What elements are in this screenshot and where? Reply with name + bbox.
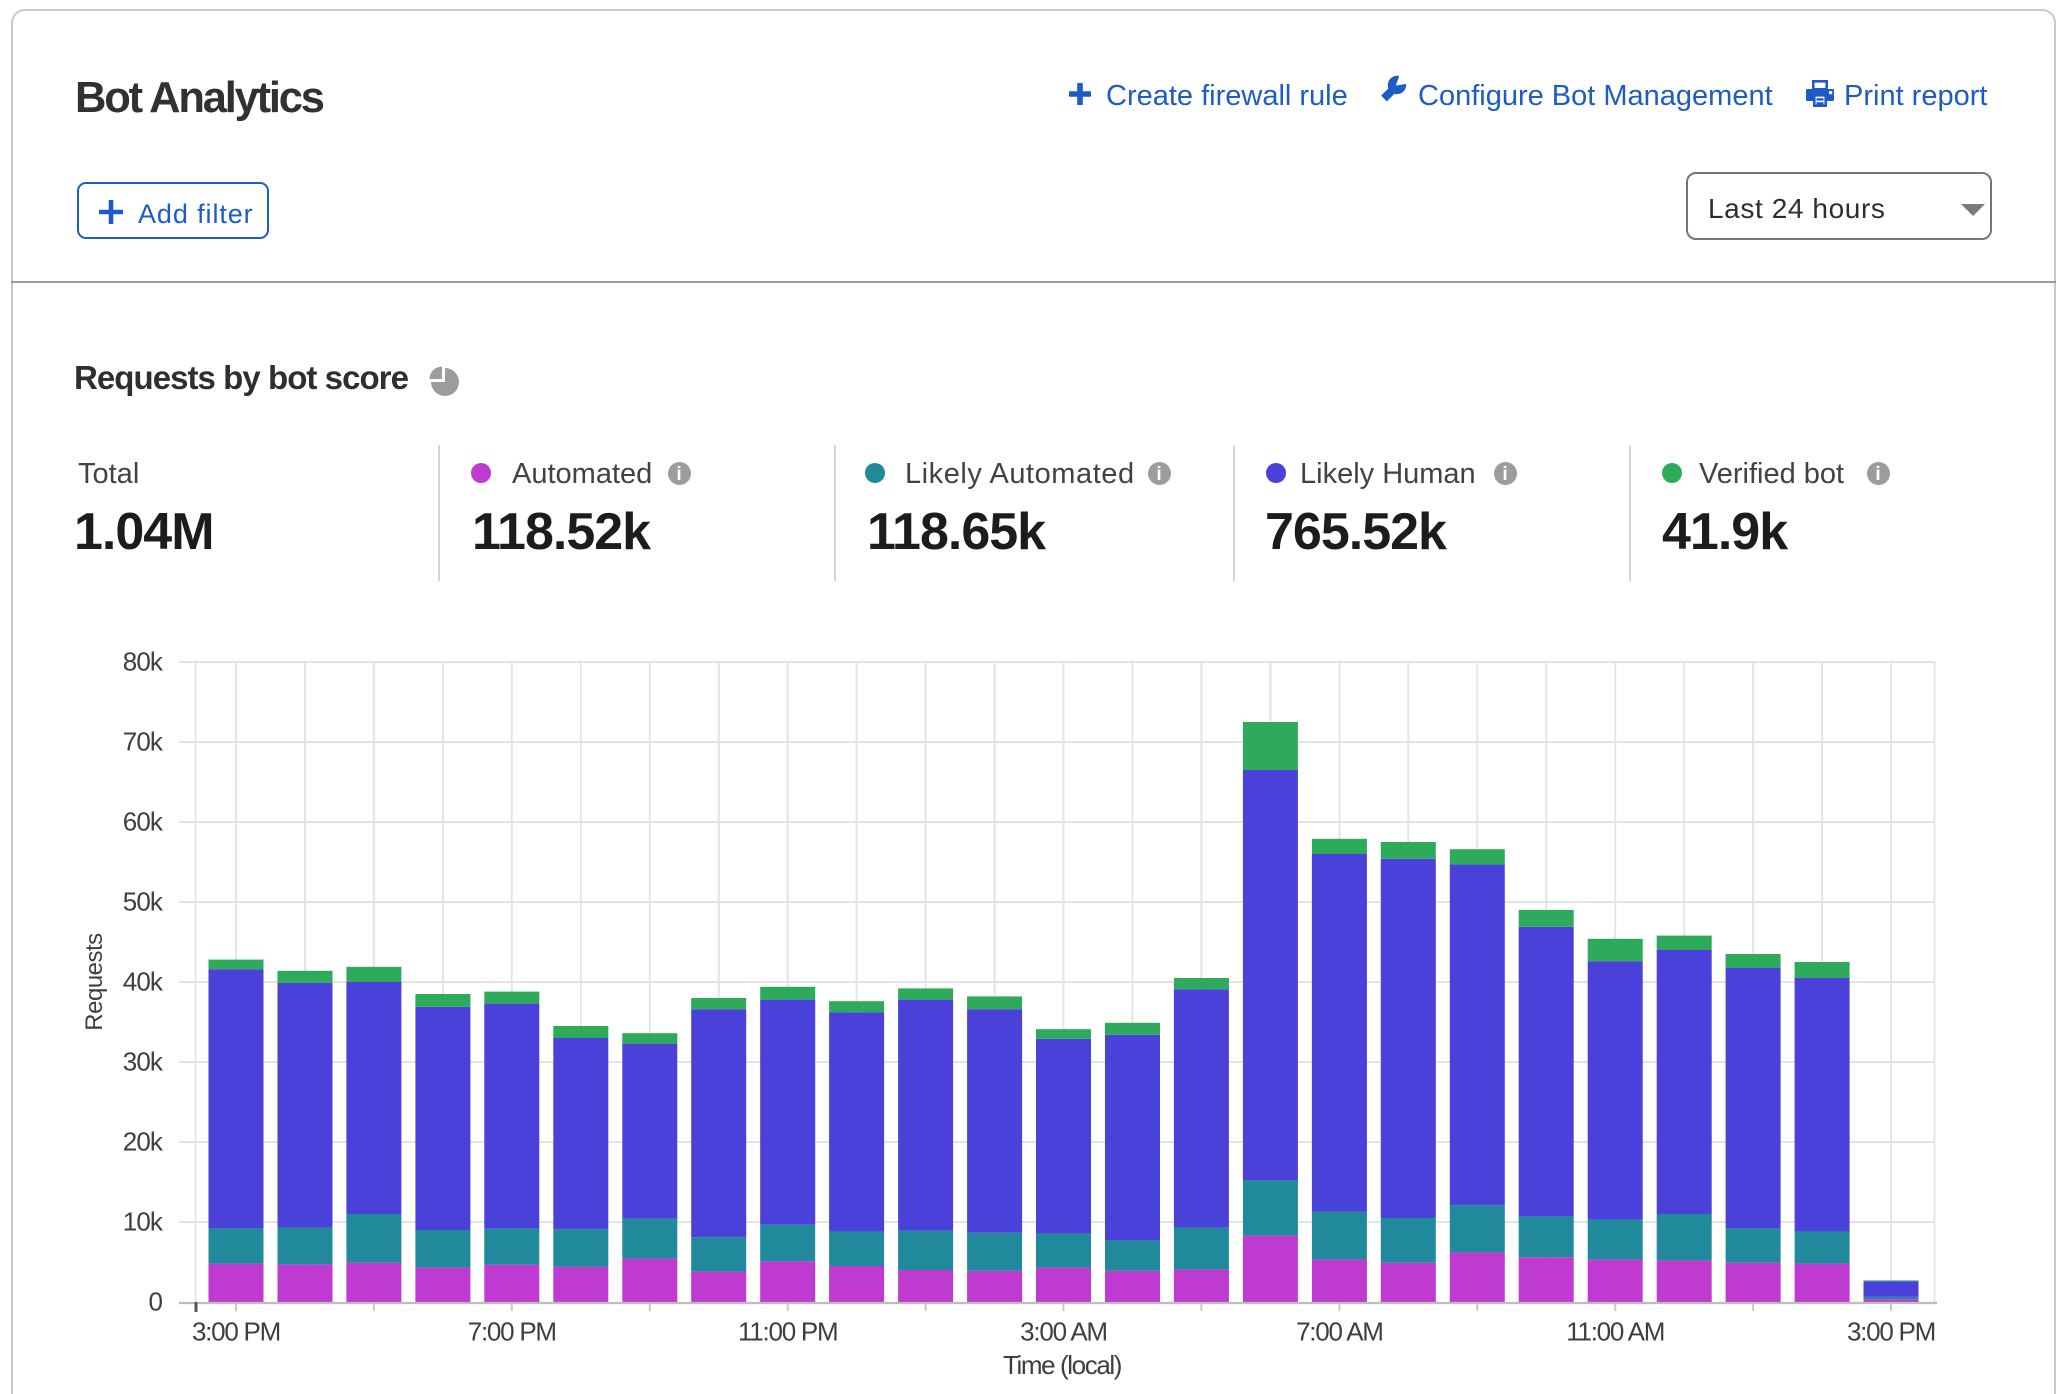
svg-text:Time (local): Time (local)	[1003, 1350, 1122, 1380]
svg-text:60k: 60k	[123, 807, 164, 837]
svg-text:3:00 PM: 3:00 PM	[1847, 1317, 1935, 1347]
svg-text:7:00 AM: 7:00 AM	[1296, 1317, 1383, 1347]
svg-text:3:00 PM: 3:00 PM	[192, 1317, 280, 1347]
svg-text:11:00 AM: 11:00 AM	[1566, 1317, 1664, 1347]
svg-text:20k: 20k	[123, 1127, 164, 1157]
svg-text:30k: 30k	[123, 1047, 164, 1077]
svg-text:0: 0	[148, 1287, 162, 1317]
svg-text:80k: 80k	[123, 647, 164, 677]
svg-text:11:00 PM: 11:00 PM	[738, 1317, 837, 1347]
svg-text:7:00 PM: 7:00 PM	[468, 1317, 556, 1347]
svg-text:70k: 70k	[123, 727, 164, 757]
svg-text:50k: 50k	[123, 887, 164, 917]
svg-text:3:00 AM: 3:00 AM	[1020, 1317, 1107, 1347]
svg-text:40k: 40k	[123, 967, 164, 997]
svg-text:10k: 10k	[123, 1207, 164, 1237]
svg-text:Requests: Requests	[81, 933, 108, 1031]
